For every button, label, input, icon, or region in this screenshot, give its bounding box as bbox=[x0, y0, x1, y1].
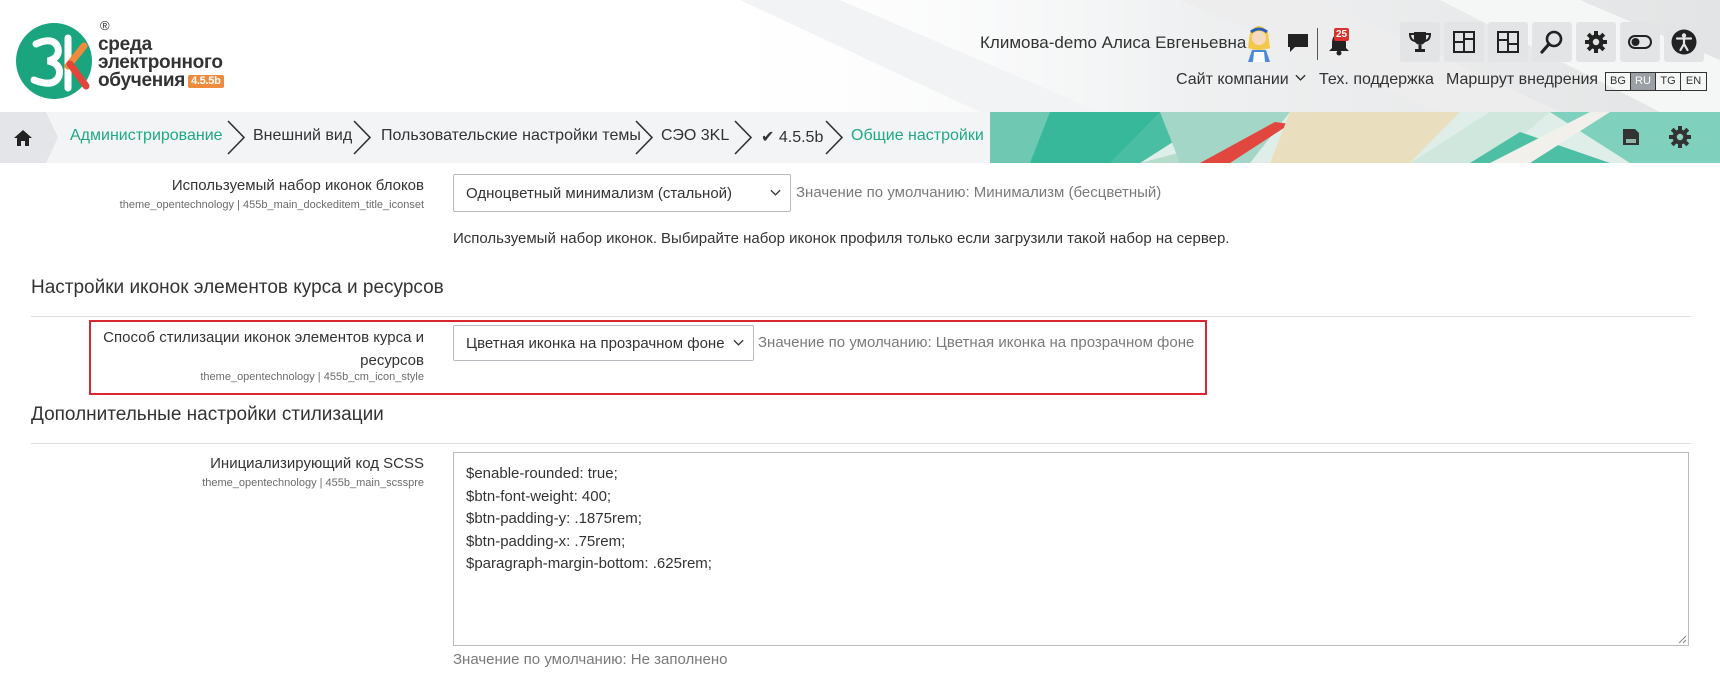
breadcrumb-separator-4 bbox=[734, 120, 753, 155]
accessibility-icon bbox=[1671, 29, 1697, 55]
toggle-icon bbox=[1628, 35, 1652, 49]
page-settings-gear-icon[interactable] bbox=[1667, 124, 1693, 150]
nav-link-company-site-label: Сайт компании bbox=[1176, 71, 1289, 88]
page-header: ® среда электронного обучения 4.5.5b Клим… bbox=[0, 0, 1720, 112]
breadcrumb-separator-1 bbox=[227, 120, 246, 155]
logo-line-3: обучения 4.5.5b bbox=[98, 70, 224, 91]
scss-pre-default-note: Значение по умолчанию: Не заполнено bbox=[453, 651, 728, 668]
breadcrumb-item-seo-3kl[interactable]: СЭО 3KL bbox=[661, 127, 729, 145]
search-button[interactable] bbox=[1532, 22, 1572, 62]
scss-pre-key: theme_opentechnology | 455b_main_scsspre bbox=[202, 477, 424, 489]
cm-icon-style-select-value: Цветная иконка на прозрачном фоне bbox=[466, 335, 725, 352]
trophy-icon bbox=[1408, 32, 1432, 52]
breadcrumb-home-arrow bbox=[46, 112, 58, 163]
breadcrumb-item-theme-settings[interactable]: Пользовательские настройки темы bbox=[381, 127, 641, 145]
section-title-styling: Дополнительные настройки стилизации bbox=[31, 404, 384, 425]
layout-icon bbox=[1497, 31, 1519, 53]
cm-icon-style-label: Способ стилизации иконок элементов курса… bbox=[103, 326, 424, 372]
layout-button[interactable] bbox=[1488, 22, 1528, 62]
gear-icon bbox=[1585, 31, 1607, 53]
iconset-description: Используемый набор иконок. Выбирайте наб… bbox=[453, 230, 1230, 247]
section-divider bbox=[31, 443, 1691, 444]
iconset-setting-key: theme_opentechnology | 455b_main_dockedi… bbox=[119, 199, 424, 211]
settings-button[interactable] bbox=[1576, 22, 1616, 62]
breadcrumb-separator-2 bbox=[353, 120, 372, 155]
user-avatar[interactable] bbox=[1244, 22, 1274, 62]
scss-pre-label: Инициализирующий код SCSS bbox=[210, 455, 424, 472]
language-option-bg[interactable]: BG bbox=[1606, 73, 1631, 90]
scss-code-line: $btn-padding-y: .1875rem; bbox=[466, 510, 642, 527]
nav-link-support[interactable]: Тех. поддержка bbox=[1319, 71, 1434, 89]
cm-icon-style-label-line-2: ресурсов bbox=[360, 352, 424, 369]
chevron-down-icon bbox=[733, 339, 744, 346]
iconset-setting-label: Используемый набор иконок блоков bbox=[171, 177, 424, 194]
nav-link-implementation-route[interactable]: Маршрут внедрения bbox=[1446, 71, 1598, 89]
breadcrumb-decoration bbox=[990, 112, 1720, 163]
breadcrumb-item-appearance[interactable]: Внешний вид bbox=[253, 127, 352, 145]
home-icon bbox=[14, 129, 32, 146]
breadcrumb-item-general-settings[interactable]: Общие настройки bbox=[851, 127, 984, 145]
language-option-ru[interactable]: RU bbox=[1631, 73, 1656, 90]
logo-version-badge: 4.5.5b bbox=[188, 75, 224, 88]
nav-link-company-site[interactable]: Сайт компании bbox=[1176, 71, 1306, 89]
cm-icon-style-key: theme_opentechnology | 455b_cm_icon_styl… bbox=[200, 371, 424, 383]
scss-code-line: $paragraph-margin-bottom: .625rem; bbox=[466, 555, 712, 572]
breadcrumb-item-administration[interactable]: Администрирование bbox=[70, 127, 223, 145]
logo-registered-mark: ® bbox=[100, 18, 110, 33]
language-switcher: BG RU TG EN bbox=[1605, 72, 1707, 91]
breadcrumb-item-version[interactable]: ✔ 4.5.5b bbox=[761, 127, 823, 147]
breadcrumb-bar: Администрирование Внешний вид Пользовате… bbox=[0, 112, 1720, 163]
theme-toggle-button[interactable] bbox=[1620, 22, 1660, 62]
scss-code-line: $btn-font-weight: 400; bbox=[466, 487, 612, 505]
cm-icon-style-default-note: Значение по умолчанию: Цветная иконка на… bbox=[758, 334, 1195, 351]
iconset-select[interactable]: Одноцветный минимализм (стальной) bbox=[453, 174, 791, 212]
site-logo[interactable]: ® среда электронного обучения 4.5.5b bbox=[14, 18, 254, 108]
scss-code-line: $enable-rounded: true; bbox=[466, 465, 618, 482]
chevron-down-icon bbox=[1295, 74, 1306, 81]
messages-icon[interactable] bbox=[1286, 32, 1310, 54]
breadcrumb-separator-3 bbox=[635, 120, 654, 155]
achievements-button[interactable] bbox=[1400, 22, 1440, 62]
notifications-count-badge: 25 bbox=[1334, 28, 1350, 41]
language-option-en[interactable]: EN bbox=[1681, 73, 1706, 90]
dashboard-button[interactable] bbox=[1444, 22, 1484, 62]
accessibility-button[interactable] bbox=[1664, 22, 1704, 62]
logo-3k-mark bbox=[16, 23, 92, 99]
user-name[interactable]: Климова-demo Алиса Евгеньевна bbox=[980, 33, 1246, 53]
resize-handle-icon[interactable] bbox=[1677, 634, 1687, 644]
iconset-default-note: Значение по умолчанию: Минимализм (бесцв… bbox=[796, 184, 1162, 201]
language-option-tg[interactable]: TG bbox=[1656, 73, 1681, 90]
cm-icon-style-select[interactable]: Цветная иконка на прозрачном фоне bbox=[453, 325, 754, 361]
cm-icon-style-label-line-1: Способ стилизации иконок элементов курса… bbox=[103, 329, 424, 346]
logo-line-3-text: обучения bbox=[98, 70, 186, 91]
home-button[interactable] bbox=[0, 112, 46, 163]
breadcrumb-separator-5 bbox=[825, 120, 844, 155]
scss-pre-textarea[interactable]: $enable-rounded: true; $btn-font-weight:… bbox=[453, 452, 1689, 646]
chevron-down-icon bbox=[770, 189, 781, 196]
iconset-select-value: Одноцветный минимализм (стальной) bbox=[466, 185, 733, 202]
search-icon bbox=[1540, 30, 1563, 54]
dashboard-icon bbox=[1453, 31, 1475, 53]
header-divider bbox=[1317, 28, 1318, 60]
section-divider bbox=[31, 316, 1691, 317]
logo-text: среда электронного обучения 4.5.5b bbox=[98, 35, 224, 91]
save-icon[interactable] bbox=[1618, 124, 1644, 150]
section-title-course-icons: Настройки иконок элементов курса и ресур… bbox=[31, 277, 444, 298]
scss-code-line: $btn-padding-x: .75rem; bbox=[466, 532, 626, 550]
